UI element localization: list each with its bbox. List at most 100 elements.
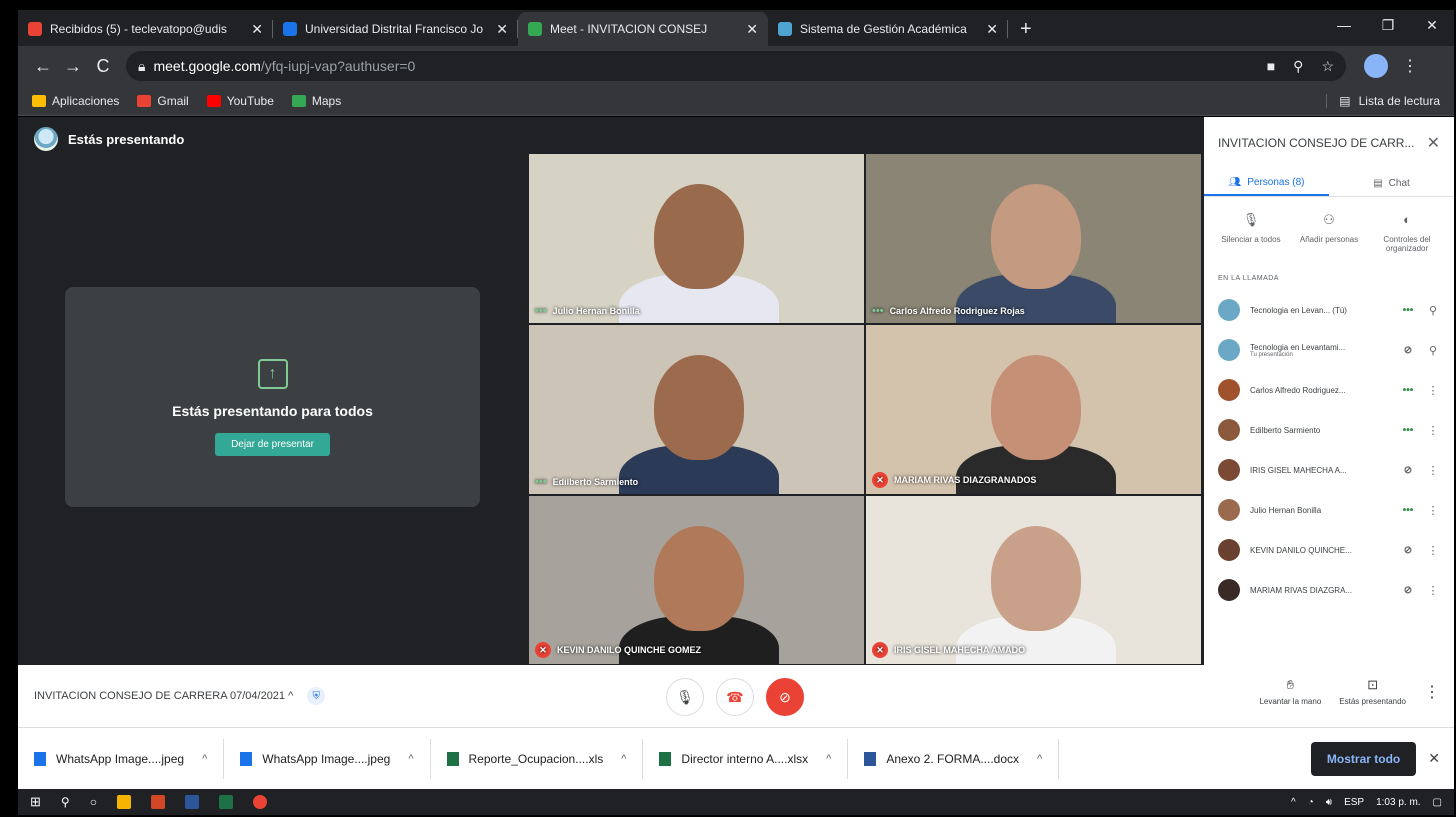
new-tab-button[interactable]: + [1008,12,1044,46]
download-item[interactable]: Director interno A....xlsx ^ [643,738,849,779]
download-item[interactable]: WhatsApp Image....jpeg ^ [224,738,431,779]
camera-button[interactable]: ⊘ [766,678,804,716]
more-options-icon[interactable]: ⋮ [1426,544,1440,557]
more-options-icon[interactable]: ⋮ [1426,464,1440,477]
download-filename: Director interno A....xlsx [681,751,809,766]
language-indicator[interactable]: ESP [1344,797,1364,808]
meeting-details[interactable]: INVITACION CONSEJO DE CARRERA 07/04/2021… [34,690,293,702]
zoom-icon[interactable]: ⚲ [1293,58,1303,75]
url-input[interactable]: 🔒︎ meet.google.com/yfq-iupj-vap?authuser… [126,51,1346,81]
stop-presenting-button[interactable]: Dejar de presentar [215,432,330,456]
wifi-icon[interactable]: ◔ [1308,797,1314,808]
participant-row[interactable]: KEVIN DANILO QUINCHE... ⊘ ⋮ [1204,530,1454,570]
more-options-icon[interactable]: ⋮ [1424,682,1440,702]
download-item[interactable]: Reporte_Ocupacion....xls ^ [431,738,644,779]
bookmark-item[interactable]: Aplicaciones [32,94,119,108]
participant-face [654,355,744,460]
close-tab-icon[interactable]: ✕ [746,21,758,38]
pin-icon[interactable]: ⚲ [1426,304,1440,317]
close-tab-icon[interactable]: ✕ [496,21,508,38]
participant-row[interactable]: IRIS GISEL MAHECHA A... ⊘ ⋮ [1204,450,1454,490]
participant-row[interactable]: Edilberto Sarmiento ••• ⋮ [1204,410,1454,450]
add-people-button[interactable]: ⚇ Añadir personas [1294,209,1364,253]
participant-row[interactable]: Tecnologia en Levantami... Tu presentació… [1204,330,1454,370]
search-icon[interactable]: ⚲ [61,795,70,809]
chevron-up-icon[interactable]: ^ [1037,753,1042,765]
participant-row[interactable]: Julio Hernan Bonilla ••• ⋮ [1204,490,1454,530]
browser-tab[interactable]: Universidad Distrital Francisco Jo ✕ [273,12,518,46]
bookmark-item[interactable]: Gmail [137,94,189,108]
mute-all-button[interactable]: 🎙︎ Silenciar a todos [1216,209,1286,253]
close-tab-icon[interactable]: ✕ [251,21,263,38]
microphone-button[interactable]: 🎙︎ [666,678,704,716]
star-icon[interactable]: ☆ [1321,58,1334,75]
browser-tab[interactable]: Sistema de Gestión Académica ✕ [768,12,1008,46]
reload-icon[interactable]: C [88,56,118,77]
presenting-header: Estás presentando [34,127,184,151]
chevron-up-icon[interactable]: ^ [621,753,626,765]
more-options-icon[interactable]: ⋮ [1426,384,1440,397]
more-options-icon[interactable]: ⋮ [1426,424,1440,437]
show-all-downloads-button[interactable]: Mostrar todo [1310,741,1417,776]
forward-icon[interactable]: → [58,56,88,77]
lock-icon: 🔒︎ [138,57,146,74]
participant-tile[interactable]: ✕ IRIS GISEL MAHECHA AMADO [865,495,1202,665]
participant-tile[interactable]: ••• Carlos Alfredo Rodriguez Rojas [865,153,1202,324]
tab-title: Sistema de Gestión Académica [800,22,967,36]
tab-people[interactable]: 👥︎ Personas (8) [1204,171,1329,196]
close-tab-icon[interactable]: ✕ [986,21,998,38]
bookmark-item[interactable]: Maps [291,93,342,108]
download-item[interactable]: Anexo 2. FORMA....docx ^ [848,738,1060,779]
participant-tile[interactable]: ••• Julio Hernan Bonilla [528,153,865,324]
chrome-icon[interactable] [252,795,267,809]
in-call-heading: EN LA LLAMADA [1218,275,1279,282]
browser-tab[interactable]: Recibidos (5) - teclevatopo@udis ✕ [18,12,273,46]
notifications-icon[interactable]: ▢ [1433,797,1442,808]
restore-icon[interactable]: ❐ [1366,10,1410,40]
chevron-up-icon[interactable]: ^ [202,753,207,765]
chevron-up-icon[interactable]: ^ [1291,797,1296,808]
participant-tile[interactable]: ✕ KEVIN DANILO QUINCHE GOMEZ [528,495,865,665]
clock[interactable]: 1:03 p. m. [1376,797,1420,808]
windows-start-icon[interactable]: ⊞ [30,794,41,810]
participant-row[interactable]: Carlos Alfredo Rodriguez... ••• ⋮ [1204,370,1454,410]
chevron-up-icon[interactable]: ^ [826,753,831,765]
more-options-icon[interactable]: ⋮ [1426,504,1440,517]
chevron-up-icon[interactable]: ^ [408,753,413,765]
pin-icon[interactable]: ⚲ [1426,344,1440,357]
back-icon[interactable]: ← [28,56,58,77]
avatar [1218,459,1240,481]
volume-icon[interactable]: 🔊︎ [1326,797,1332,808]
participant-tile[interactable]: ••• Edilberto Sarmiento [528,324,865,495]
participant-tile[interactable]: ✕ MARIAM RIVAS DIAZGRANADOS [865,324,1202,495]
browser-tab[interactable]: Meet - INVITACION CONSEJ ✕ [518,12,768,46]
present-now-button[interactable]: ⊡ Estás presentando [1339,677,1406,706]
participant-row[interactable]: MARIAM RIVAS DIAZGRA... ⊘ ⋮ [1204,570,1454,610]
tab-chat[interactable]: ▤ Chat [1329,171,1454,196]
bookmark-label: Maps [311,93,342,108]
bookmark-item[interactable]: YouTube [206,94,274,108]
participant-subtitle: Tu presentación [1250,351,1293,358]
more-options-icon[interactable]: ⋮ [1426,584,1440,597]
cortana-icon[interactable]: ○ [90,795,97,809]
close-panel-icon[interactable]: ✕ [1427,133,1440,153]
participant-row[interactable]: Tecnologia en Levan... (Tú) ••• ⚲ [1204,290,1454,330]
download-filename: Anexo 2. FORMA....docx [886,751,1020,766]
camera-icon[interactable]: ■ [1267,58,1275,75]
browser-menu-icon[interactable]: ⋮ [1402,56,1418,76]
security-icon[interactable]: ⛨ [307,687,326,705]
meet-stage: Estás presentando ↑ Estás presentando pa… [18,117,1454,665]
excel-icon[interactable] [218,795,233,809]
powerpoint-icon[interactable] [150,795,165,809]
word-icon[interactable] [184,795,199,809]
profile-avatar[interactable] [1364,54,1388,78]
close-downloads-icon[interactable]: ✕ [1428,750,1440,767]
file-explorer-icon[interactable] [116,795,131,809]
minimize-icon[interactable]: — [1322,10,1366,40]
reading-list[interactable]: ▤ Lista de lectura [1326,93,1440,108]
leave-call-button[interactable]: ☎︎ [716,678,754,716]
close-window-icon[interactable]: ✕ [1410,10,1454,40]
host-controls-button[interactable]: ◐ Controles del organizador [1372,209,1442,254]
raise-hand-button[interactable]: ✋︎ Levantar la mano [1259,677,1321,706]
download-item[interactable]: WhatsApp Image....jpeg ^ [18,738,225,779]
